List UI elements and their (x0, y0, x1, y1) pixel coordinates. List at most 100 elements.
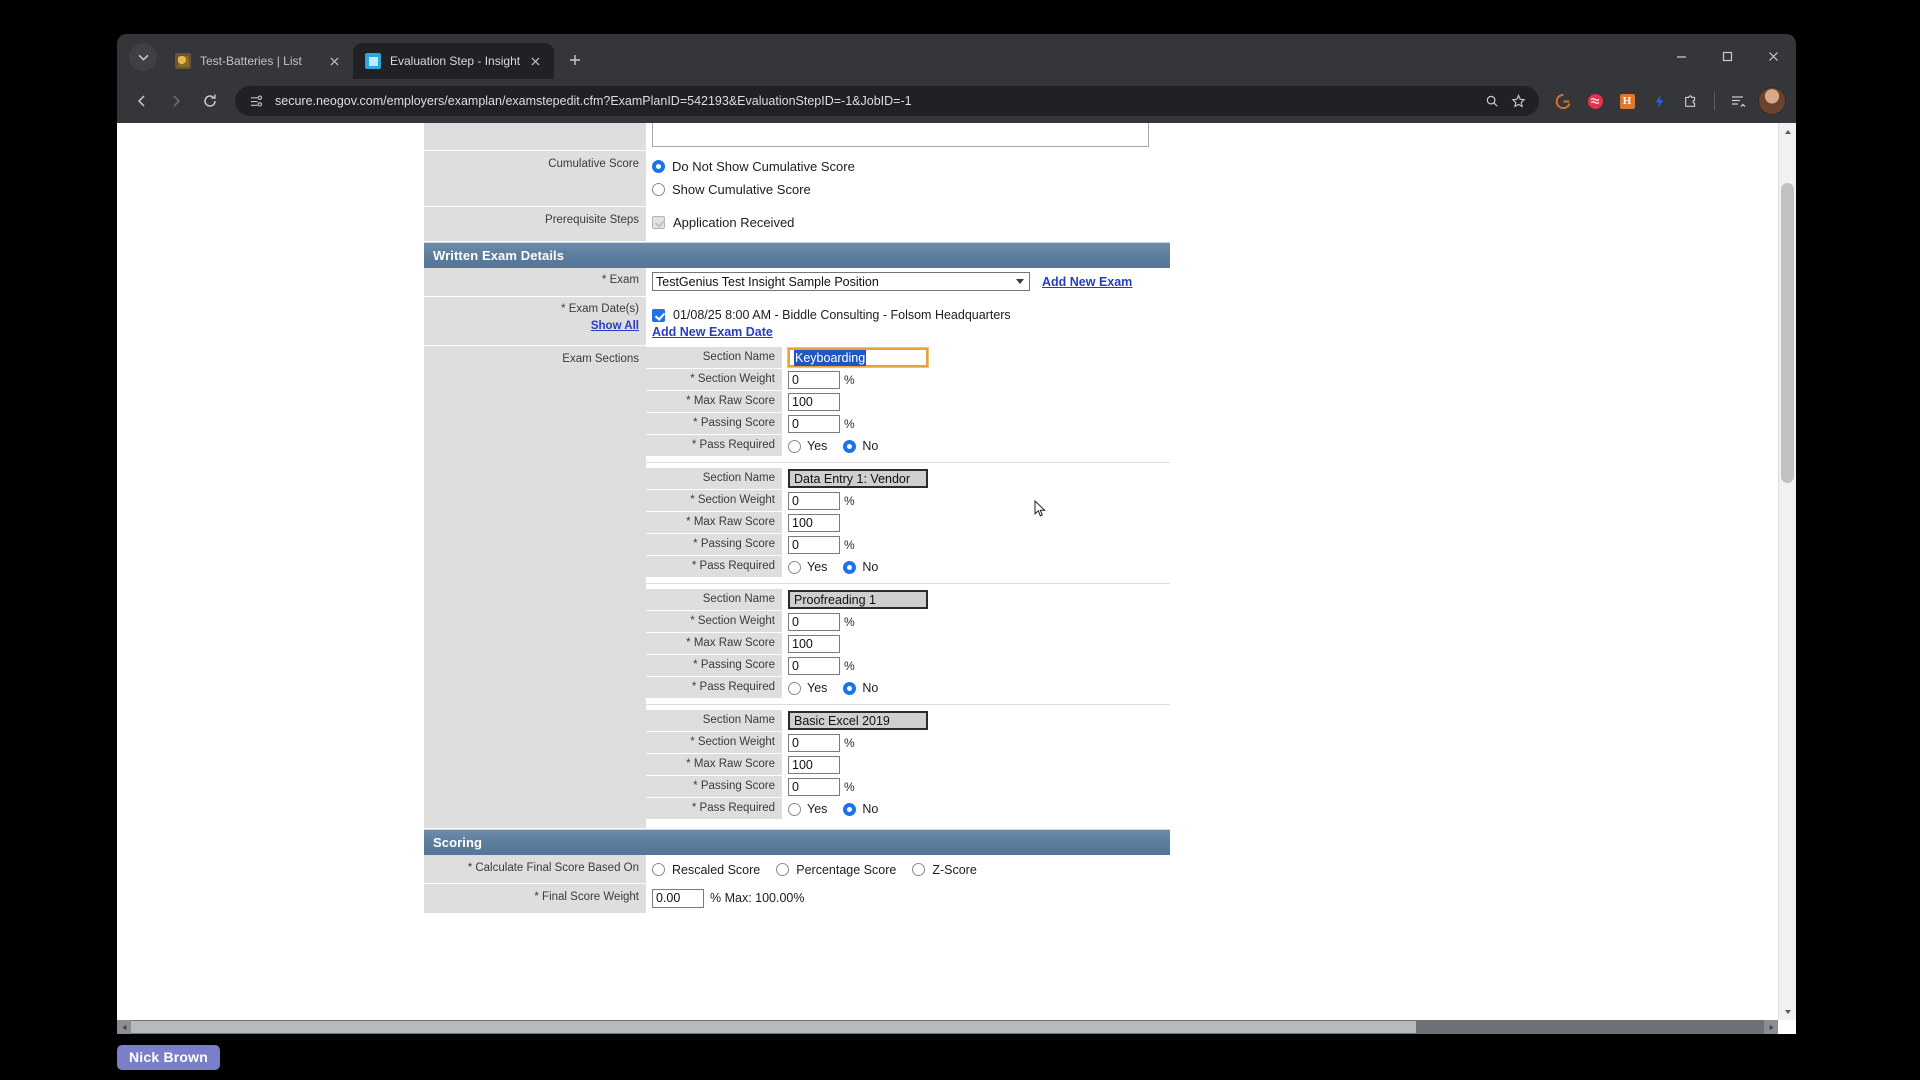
exam-dates-label: * Exam Date(s) Show All (424, 297, 646, 346)
pass-required-label: * Pass Required (646, 556, 782, 578)
no-label: No (862, 802, 879, 816)
instructions-textarea[interactable] (652, 123, 1149, 147)
exam-sections-label: Exam Sections (424, 346, 646, 829)
radio-do-not-show-cumulative-score[interactable]: Do Not Show Cumulative Score (652, 156, 1164, 177)
exam-select[interactable]: TestGenius Test Insight Sample Position (652, 272, 1030, 291)
extension-lightning-icon[interactable] (1645, 87, 1673, 115)
cumulative-score-row: Cumulative Score Do Not Show Cumulative … (424, 151, 1170, 207)
close-icon[interactable] (325, 52, 343, 70)
max-raw-score-input[interactable]: 100 (788, 393, 840, 411)
section-weight-value: 0 % (782, 369, 1170, 391)
section-weight-input[interactable]: 0 (788, 371, 840, 389)
maximize-button[interactable] (1704, 34, 1750, 79)
radio-rescaled-score[interactable]: Rescaled Score (652, 863, 760, 877)
tab-evaluation-step[interactable]: Evaluation Step - Insight (353, 43, 555, 79)
close-button[interactable] (1750, 34, 1796, 79)
final-score-weight-label: * Final Score Weight (424, 884, 646, 914)
radio-show-cumulative-score[interactable]: Show Cumulative Score (652, 179, 1164, 200)
checkbox-application-received[interactable]: Application Received (652, 212, 1164, 233)
reading-list-icon[interactable] (1724, 87, 1752, 115)
page-viewport: Cumulative Score Do Not Show Cumulative … (117, 123, 1796, 1034)
section-weight-row: * Section Weight 0 % (646, 732, 1170, 754)
radio-pass-required-yes[interactable] (788, 439, 801, 453)
tab-test-batteries[interactable]: Test-Batteries | List (163, 43, 353, 79)
scrollbar-thumb[interactable] (131, 1021, 1416, 1033)
yes-label: Yes (807, 681, 828, 695)
tab-strip: Test-Batteries | List Evaluation Step - … (117, 34, 1796, 79)
section-weight-input[interactable]: 0 (788, 492, 840, 510)
checkbox-exam-date[interactable]: 01/08/25 8:00 AM - Biddle Consulting - F… (652, 308, 1164, 322)
address-bar[interactable]: secure.neogov.com/employers/examplan/exa… (235, 86, 1539, 116)
site-settings-icon[interactable] (247, 92, 265, 110)
passing-score-input[interactable]: 0 (788, 657, 840, 675)
section-name-input[interactable]: Keyboarding (788, 348, 928, 367)
insight-favicon (365, 53, 381, 69)
pass-required-label: * Pass Required (646, 435, 782, 457)
radio-pass-required-yes[interactable] (788, 802, 801, 816)
vertical-scrollbar[interactable] (1778, 123, 1796, 1020)
scroll-left-button[interactable] (117, 1020, 131, 1034)
instructions-row (424, 123, 1170, 151)
minimize-button[interactable] (1658, 34, 1704, 79)
passing-score-label: * Passing Score (646, 534, 782, 556)
back-button[interactable] (127, 86, 157, 116)
exam-value: TestGenius Test Insight Sample Position … (646, 268, 1170, 297)
puzzle-extension-icon[interactable] (1677, 87, 1705, 115)
tab-title: Test-Batteries | List (200, 54, 302, 68)
reload-button[interactable] (195, 86, 225, 116)
radio-percentage-score[interactable]: Percentage Score (776, 863, 896, 877)
scroll-down-button[interactable] (1779, 1003, 1796, 1020)
close-icon[interactable] (526, 52, 544, 70)
forward-button[interactable] (161, 86, 191, 116)
passing-score-value: 0 % (782, 776, 1170, 798)
tab-search-icon[interactable] (129, 43, 157, 71)
section-weight-value: 0 % (782, 732, 1170, 754)
max-raw-score-input[interactable]: 100 (788, 756, 840, 774)
zoom-icon[interactable] (1479, 88, 1505, 114)
scroll-right-button[interactable] (1764, 1020, 1778, 1034)
radio-z-score[interactable]: Z-Score (912, 863, 977, 877)
final-score-weight-input[interactable]: 0.00 (652, 888, 704, 908)
profile-avatar[interactable] (1758, 87, 1786, 115)
section-weight-label: * Section Weight (646, 732, 782, 754)
exam-sections-row: Exam Sections Section Name Keyboarding *… (424, 346, 1170, 829)
max-raw-score-input[interactable]: 100 (788, 514, 840, 532)
radio-pass-required-yes[interactable] (788, 681, 801, 695)
scrollbar-thumb[interactable] (1781, 183, 1794, 483)
passing-score-row: * Passing Score 0 % (646, 655, 1170, 677)
add-new-exam-link[interactable]: Add New Exam (1042, 275, 1132, 289)
new-tab-button[interactable] (560, 45, 590, 75)
bookmark-star-icon[interactable] (1505, 88, 1531, 114)
section-weight-input[interactable]: 0 (788, 613, 840, 631)
pass-required-value: Yes No (782, 798, 1170, 820)
max-raw-score-label: * Max Raw Score (646, 754, 782, 776)
section-weight-input[interactable]: 0 (788, 734, 840, 752)
extension-h-icon[interactable]: H (1613, 87, 1641, 115)
radio-pass-required-no[interactable] (843, 560, 857, 574)
section-name-row: Section Name Proofreading 1 (646, 588, 1170, 611)
section-name-input[interactable]: Basic Excel 2019 (788, 711, 928, 730)
option-label: Percentage Score (796, 862, 897, 877)
user-badge[interactable]: Nick Brown (117, 1045, 221, 1070)
section-name-input[interactable]: Proofreading 1 (788, 590, 928, 609)
radio-pass-required-yes[interactable] (788, 560, 801, 574)
radio-pass-required-no[interactable] (843, 681, 857, 695)
pass-required-row: * Pass Required Yes No (646, 677, 1170, 699)
show-all-link[interactable]: Show All (428, 319, 639, 334)
passing-score-input[interactable]: 0 (788, 778, 840, 796)
no-label: No (862, 560, 879, 574)
passing-score-row: * Passing Score 0 % (646, 776, 1170, 798)
section-name-input[interactable]: Data Entry 1: Vendor (788, 469, 928, 488)
scroll-up-button[interactable] (1779, 123, 1796, 140)
max-raw-score-input[interactable]: 100 (788, 635, 840, 653)
grammarly-extension-icon[interactable] (1549, 87, 1577, 115)
passing-score-input[interactable]: 0 (788, 536, 840, 554)
passing-score-input[interactable]: 0 (788, 415, 840, 433)
section-name-row: Section Name Keyboarding (646, 346, 1170, 369)
radio-pass-required-no[interactable] (843, 802, 857, 816)
add-new-exam-date-link[interactable]: Add New Exam Date (652, 325, 773, 339)
horizontal-scrollbar[interactable] (117, 1020, 1778, 1034)
url-text: secure.neogov.com/employers/examplan/exa… (275, 94, 912, 108)
radio-pass-required-no[interactable] (843, 439, 857, 453)
extension-red-icon[interactable] (1581, 87, 1609, 115)
